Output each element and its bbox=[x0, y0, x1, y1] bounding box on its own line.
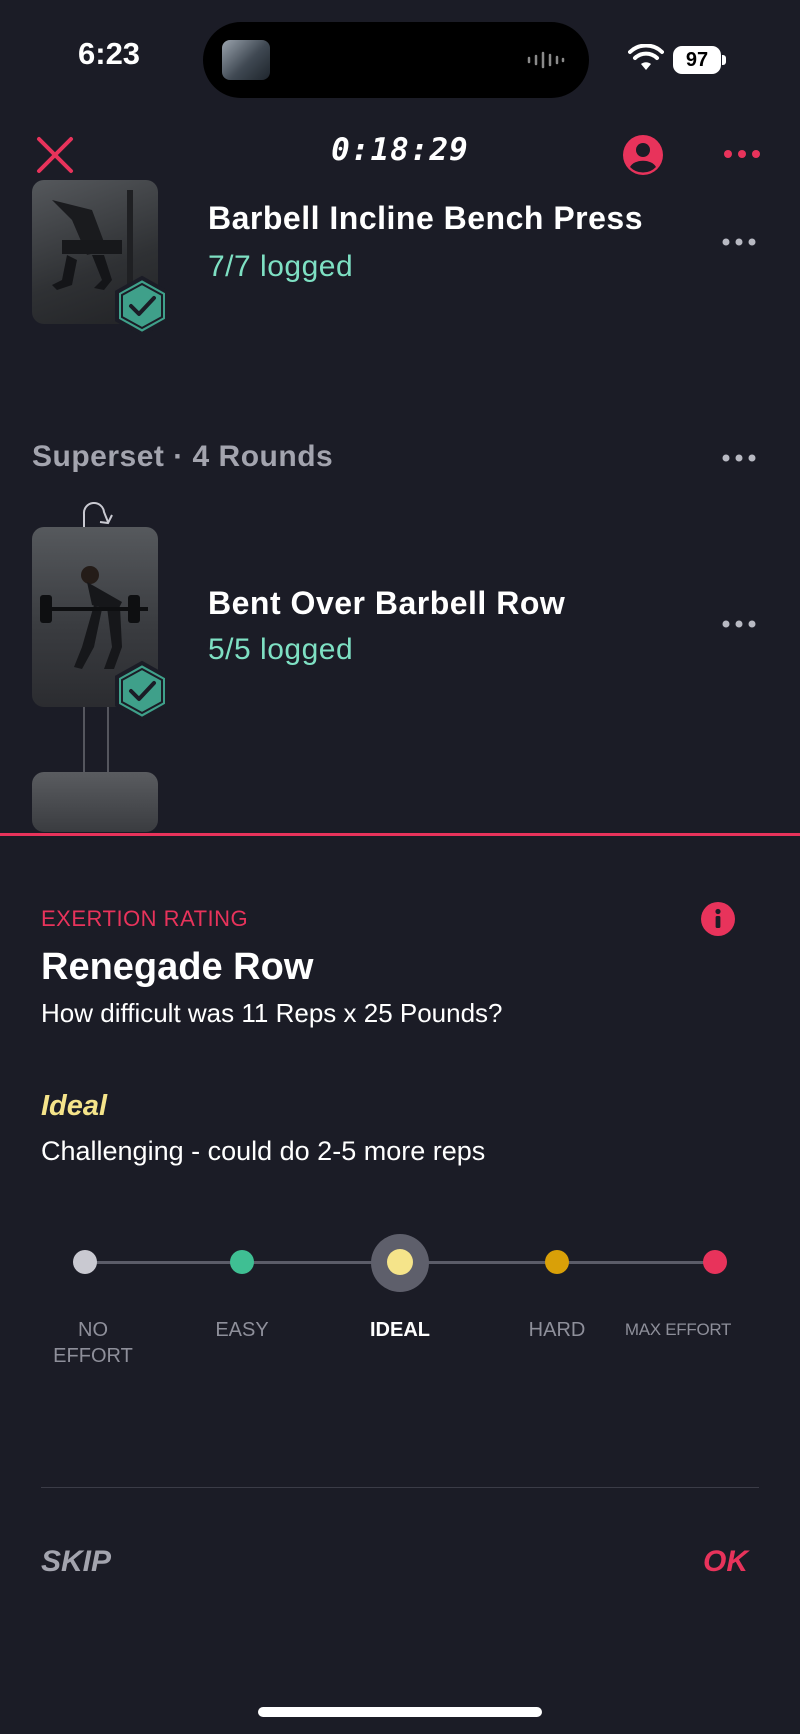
superset-header: Superset · 4 Rounds bbox=[32, 440, 334, 473]
sheet-exercise-name: Renegade Row bbox=[41, 946, 314, 988]
difficulty-question: How difficult was 11 Reps x 25 Pounds? bbox=[41, 998, 503, 1028]
more-icon[interactable] bbox=[722, 148, 762, 160]
rating-label-no-effort: NO EFFORT bbox=[53, 1319, 133, 1367]
rating-label-easy: EASY bbox=[215, 1319, 269, 1341]
exercise-thumbnail[interactable] bbox=[32, 772, 158, 832]
rating-stop-hard[interactable] bbox=[545, 1250, 569, 1274]
status-time: 6:23 bbox=[78, 36, 141, 71]
selected-level-description: Challenging - could do 2-5 more reps bbox=[41, 1136, 486, 1166]
loop-arrow-icon bbox=[82, 502, 113, 527]
profile-icon[interactable] bbox=[623, 135, 663, 175]
check-badge-icon bbox=[115, 275, 169, 337]
rating-stop-max-effort[interactable] bbox=[703, 1250, 727, 1274]
check-badge-icon bbox=[115, 660, 169, 722]
audio-wave-icon bbox=[527, 51, 565, 69]
home-indicator bbox=[258, 1707, 542, 1717]
exercise-name[interactable]: Bent Over Barbell Row bbox=[208, 585, 565, 622]
battery-indicator: 97 bbox=[673, 46, 721, 74]
workout-timer: 0:18:29 bbox=[331, 132, 469, 168]
exercise-logged-count: 7/7 logged bbox=[208, 250, 354, 283]
rating-label-ideal: IDEAL bbox=[370, 1319, 430, 1341]
close-icon[interactable] bbox=[34, 134, 76, 176]
rating-stop-no-effort[interactable] bbox=[73, 1250, 97, 1274]
battery-cap bbox=[722, 55, 726, 65]
rating-stop-ideal[interactable] bbox=[387, 1249, 413, 1275]
ok-button[interactable]: OK bbox=[703, 1545, 748, 1579]
rating-label-max-effort: MAX EFFORT bbox=[624, 1320, 732, 1339]
exercise-logged-count: 5/5 logged bbox=[208, 633, 354, 666]
superset-more-icon[interactable] bbox=[722, 454, 756, 462]
selected-level-name: Ideal bbox=[41, 1090, 108, 1122]
skip-button[interactable]: SKIP bbox=[41, 1545, 111, 1579]
exercise-name[interactable]: Barbell Incline Bench Press bbox=[208, 200, 643, 237]
sheet-section-label: EXERTION RATING bbox=[41, 906, 249, 931]
info-icon[interactable] bbox=[701, 902, 735, 936]
superset-connector bbox=[83, 707, 109, 772]
now-playing-thumbnail[interactable] bbox=[222, 40, 270, 80]
sheet-divider bbox=[41, 1487, 759, 1488]
rating-label-hard: HARD bbox=[528, 1319, 586, 1341]
wifi-icon bbox=[628, 44, 664, 70]
exercise-more-icon[interactable] bbox=[722, 238, 756, 246]
exercise-more-icon[interactable] bbox=[722, 620, 756, 628]
rating-stop-easy[interactable] bbox=[230, 1250, 254, 1274]
